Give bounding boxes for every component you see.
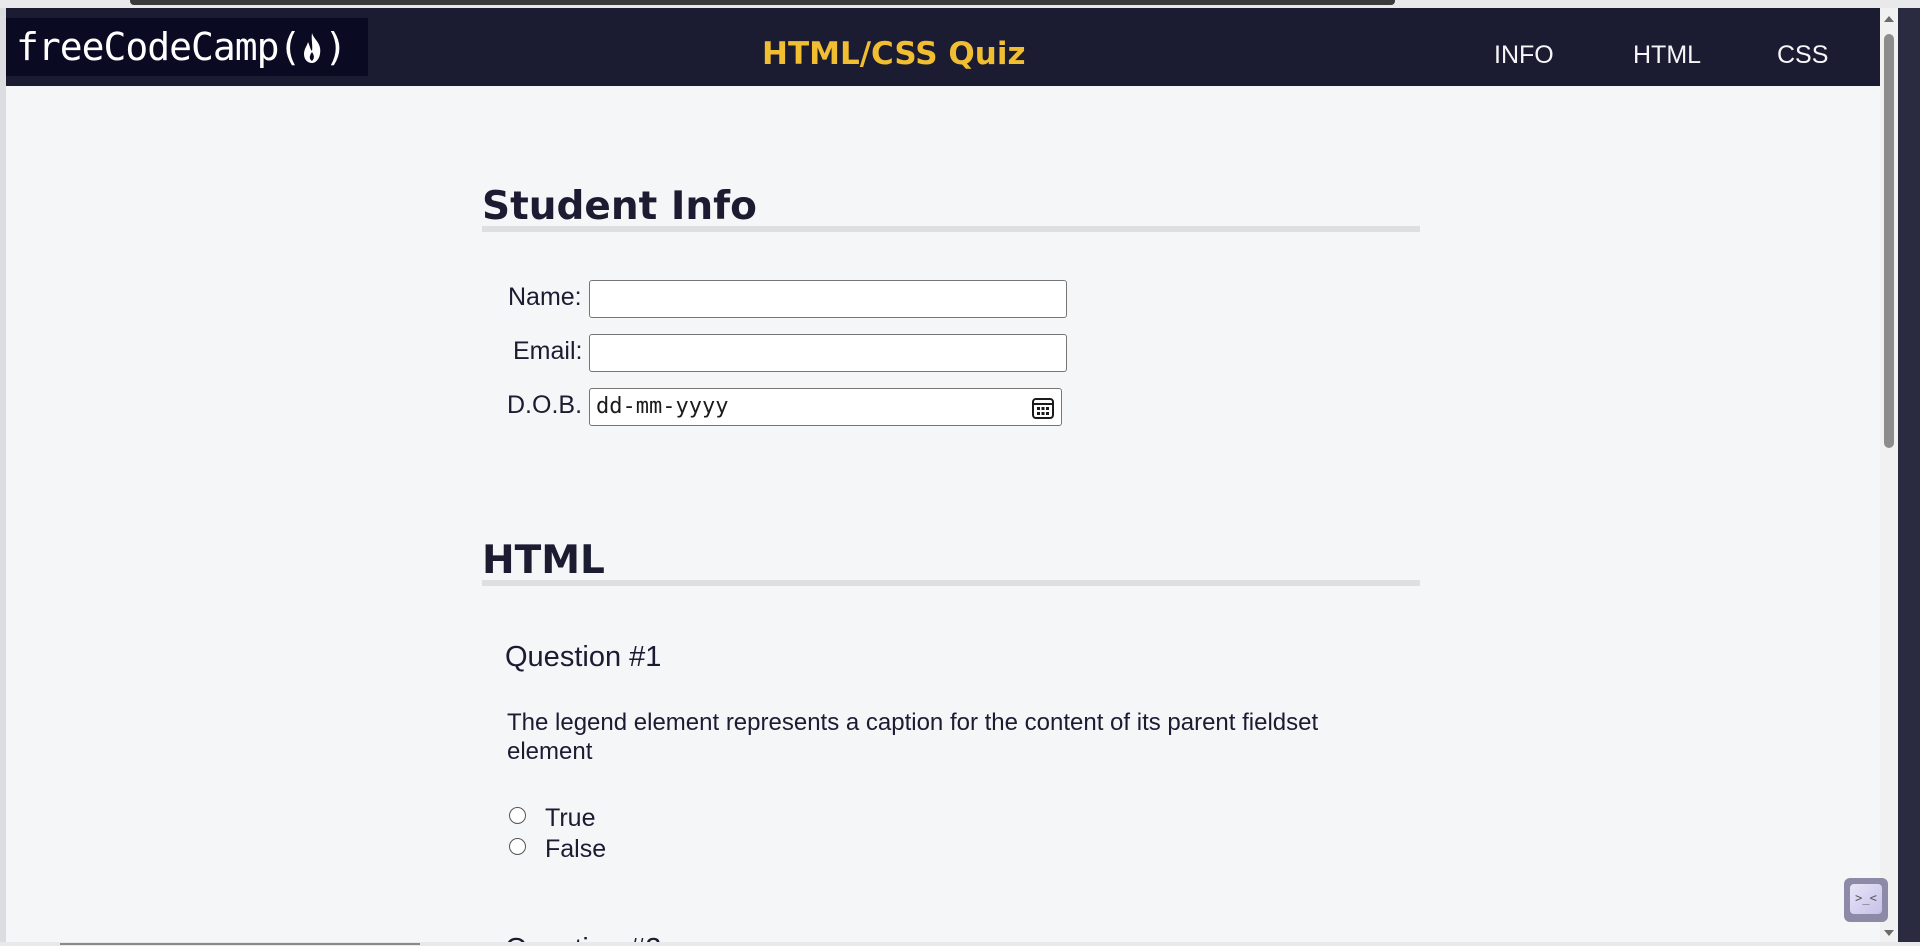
section-divider: [482, 226, 1420, 232]
dob-value: dd-mm-yyyy: [596, 394, 729, 419]
assistant-button[interactable]: >_<: [1844, 878, 1888, 922]
name-input[interactable]: [589, 280, 1067, 318]
section-divider: [482, 580, 1420, 586]
email-label: Email:: [513, 337, 583, 365]
flame-icon: [298, 24, 326, 82]
question-1-text: The legend element represents a caption …: [507, 709, 1319, 765]
question-1-title: Question #1: [505, 641, 662, 673]
dob-label: D.O.B.: [507, 391, 583, 419]
freecodecamp-logo[interactable]: freeCodeCamp(): [6, 18, 368, 76]
email-input[interactable]: [589, 334, 1067, 372]
student-info-heading: Student Info: [482, 184, 757, 229]
dob-date-input[interactable]: dd-mm-yyyy: [589, 388, 1062, 426]
assistant-icon: >_<: [1850, 884, 1882, 914]
scroll-down-icon[interactable]: [1884, 930, 1894, 936]
vertical-scrollbar[interactable]: [1880, 8, 1898, 942]
scrollbar-thumb[interactable]: [1884, 34, 1894, 448]
page-viewport: freeCodeCamp() HTML/CSS Quiz INFO HTML C…: [6, 8, 1898, 942]
quiz-header: freeCodeCamp() HTML/CSS Quiz INFO HTML C…: [6, 8, 1898, 86]
name-label: Name:: [508, 283, 582, 311]
browser-top-strip: [0, 0, 1920, 8]
option-label: False: [545, 835, 607, 863]
browser-bottom-strip: [0, 942, 1920, 946]
nav-link-info[interactable]: INFO: [1494, 40, 1554, 70]
question-2-title: Question #2: [505, 932, 661, 942]
scroll-up-icon[interactable]: [1884, 16, 1894, 22]
radio-button[interactable]: [509, 807, 526, 824]
radio-button[interactable]: [509, 838, 526, 855]
logo-text-end: ): [324, 25, 347, 69]
option-label: True: [545, 804, 596, 832]
calendar-icon[interactable]: [1031, 396, 1055, 420]
nav-link-html[interactable]: HTML: [1633, 40, 1701, 70]
page-title: HTML/CSS Quiz: [762, 36, 1026, 72]
logo-text: freeCodeCamp(: [16, 25, 301, 69]
html-section-heading: HTML: [482, 538, 605, 583]
nav-link-css[interactable]: CSS: [1777, 40, 1828, 70]
